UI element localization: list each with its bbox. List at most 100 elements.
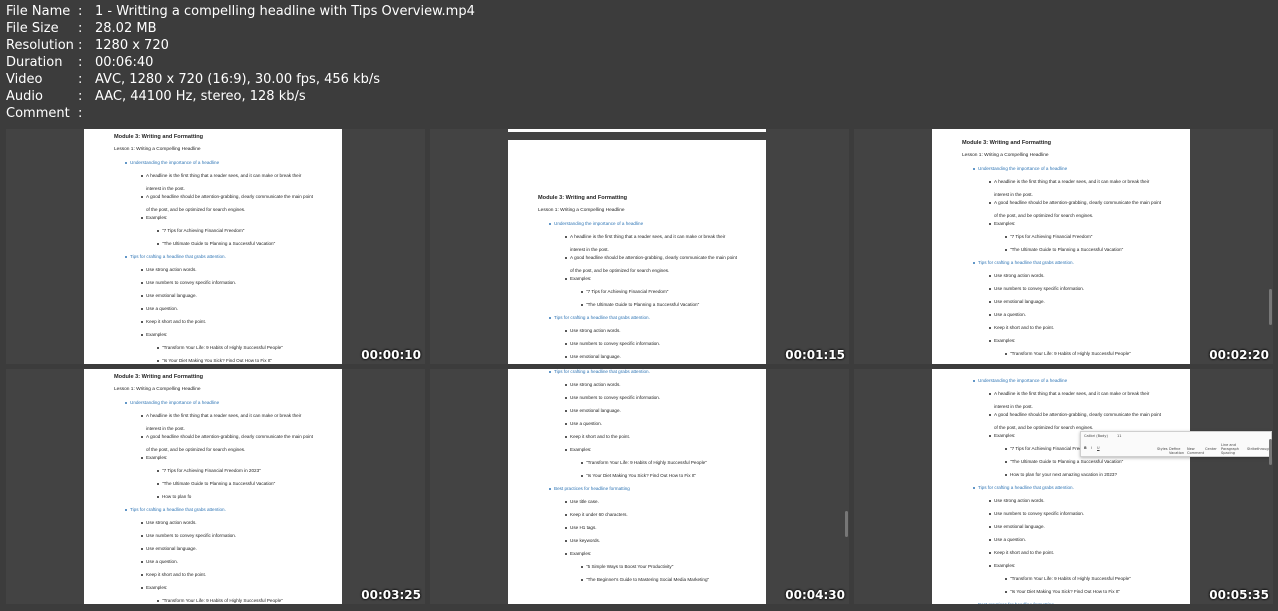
document-line: A good headline should be attention-grab… xyxy=(114,194,342,207)
document-line: Use emotional language. xyxy=(538,408,766,421)
document-content: Module 3: Writing and Formatting Lesson 1… xyxy=(114,134,342,364)
document-line: A headline is the first thing that a rea… xyxy=(114,173,342,186)
document-content: Understanding the importance of a headli… xyxy=(962,378,1190,604)
document-line: Tips for crafting a headline that grabs … xyxy=(114,254,342,267)
file-info-label: Audio xyxy=(6,89,43,104)
document-page: Understanding the importance of a headli… xyxy=(932,369,1190,604)
file-info-panel: File Name:1 - Writting a compelling head… xyxy=(6,3,475,122)
document-page: Module 3: Writing and Formatting Lesson 1… xyxy=(932,129,1190,364)
thumbnail-3[interactable]: Module 3: Writing and Formatting Lesson 1… xyxy=(854,129,1273,364)
floating-format-toolbar[interactable]: Calibri (Body) 11 B I U Styles Define Va… xyxy=(1080,431,1272,457)
line-spacing-button[interactable]: Line and Paragraph Spacing xyxy=(1221,443,1243,455)
font-size-select[interactable]: 11 xyxy=(1117,434,1121,438)
document-line: Keep it short and to the point. xyxy=(114,572,342,585)
document-line: A headline is the first thing that a rea… xyxy=(962,391,1190,404)
italic-button[interactable]: I xyxy=(1091,446,1092,450)
document-line: Keep it under 60 characters. xyxy=(538,512,766,525)
thumbnail-6[interactable]: Understanding the importance of a headli… xyxy=(854,369,1273,604)
document-line: "Is Your Diet Making You Sick? Find Out … xyxy=(538,473,766,486)
file-info-separator: : xyxy=(78,89,83,104)
document-line: Understanding the importance of a headli… xyxy=(538,221,766,234)
document-line: Examples: xyxy=(114,215,342,228)
document-line: Examples: xyxy=(114,585,342,598)
document-line: Tips for crafting a headline that grabs … xyxy=(962,485,1190,498)
document-line: Examples: xyxy=(538,276,766,289)
document-line: Use strong action words. xyxy=(962,273,1190,286)
document-page: Module 3: Writing and Formatting Lesson 1… xyxy=(84,369,342,604)
timestamp: 00:03:25 xyxy=(361,588,421,602)
document-line: of the post, and be optimized for search… xyxy=(146,207,246,212)
file-info-separator: : xyxy=(78,38,83,53)
new-comment-button[interactable]: New Comment xyxy=(1187,447,1204,455)
file-info-label: Video xyxy=(6,72,43,87)
document-line: Use strong action words. xyxy=(114,267,342,280)
document-line: "Transform Your Life: 9 Habits of Highly… xyxy=(962,576,1190,589)
document-line: Keep it short and to the point. xyxy=(962,550,1190,563)
file-info-label: Comment xyxy=(6,106,70,121)
document-line: A good headline should be attention-grab… xyxy=(114,434,342,447)
document-line: "Transform Your Life: 9 Habits of Highly… xyxy=(114,345,342,358)
bold-button[interactable]: B xyxy=(1084,446,1087,450)
document-line: A good headline should be attention-grab… xyxy=(962,200,1190,213)
document-line: Understanding the importance of a headli… xyxy=(962,378,1190,391)
underline-button[interactable]: U xyxy=(1097,446,1100,450)
document-line: "7 Tips for Achieving Financial Freedom" xyxy=(962,234,1190,247)
document-line: Use emotional language. xyxy=(114,546,342,559)
document-line: "The Ultimate Guide to Planning a Succes… xyxy=(962,247,1190,260)
document-line: Tips for crafting a headline that grabs … xyxy=(538,369,766,382)
document-line: Lesson 1: Writing a Compelling Headline xyxy=(114,387,201,392)
document-line: interest in the post. xyxy=(994,404,1033,409)
file-info-separator: : xyxy=(78,72,83,87)
file-info-row: Resolution:1280 x 720 xyxy=(6,37,475,54)
file-info-separator: : xyxy=(78,21,83,36)
document-line: of the post, and be optimized for search… xyxy=(146,447,246,452)
file-info-separator: : xyxy=(78,106,83,121)
font-family-select[interactable]: Calibri (Body) xyxy=(1084,434,1108,438)
document-line: Use strong action words. xyxy=(114,520,342,533)
document-line: "The Beginner's Guide to Mastering Socia… xyxy=(538,577,766,590)
document-line: Use emotional language. xyxy=(114,293,342,306)
define-button[interactable]: Define Vacation xyxy=(1169,447,1184,455)
document-line: Examples: xyxy=(114,332,342,345)
document-line: Examples: xyxy=(962,221,1190,234)
document-line: "Transform Your Life: 9 Habits of Highly… xyxy=(114,598,342,604)
strikethrough-button[interactable]: Strikethrough xyxy=(1247,447,1271,451)
scrollbar[interactable] xyxy=(845,511,848,537)
thumbnail-4[interactable]: Module 3: Writing and Formatting Lesson 1… xyxy=(6,369,425,604)
timestamp: 00:04:30 xyxy=(785,588,845,602)
document-line: Use emotional language. xyxy=(538,354,766,364)
document-line: Understanding the importance of a headli… xyxy=(962,166,1190,179)
document-line: Module 3: Writing and Formatting xyxy=(538,195,628,201)
styles-button[interactable]: Styles xyxy=(1157,447,1168,451)
scrollbar[interactable] xyxy=(1269,289,1272,325)
file-info-label: File Size xyxy=(6,21,59,36)
file-info-value: AAC, 44100 Hz, stereo, 128 kb/s xyxy=(95,89,306,104)
document-line: Keep it short and to the point. xyxy=(538,434,766,447)
document-line: Use H1 tags. xyxy=(538,525,766,538)
document-page: Tips for crafting a headline that grabs … xyxy=(508,369,766,604)
document-line: Use a question. xyxy=(114,306,342,319)
document-line: "5 Simple Ways to Boost Your Productivit… xyxy=(538,564,766,577)
document-line: Use strong action words. xyxy=(538,382,766,395)
document-line: interest in the post. xyxy=(146,186,185,191)
thumbnail-1[interactable]: Module 3: Writing and Formatting Lesson 1… xyxy=(6,129,425,364)
thumbnail-2[interactable]: Module 3: Writing and Formatting Lesson 1… xyxy=(430,129,849,364)
document-page: Module 3: Writing and Formatting Lesson 1… xyxy=(508,140,766,364)
document-line: Module 3: Writing and Formatting xyxy=(114,134,204,140)
document-line: "7 Tips for Achieving Financial Freedom … xyxy=(114,468,342,481)
document-line: A good headline should be attention-grab… xyxy=(962,412,1190,425)
scrollbar[interactable] xyxy=(1269,439,1272,465)
center-button[interactable]: Center xyxy=(1205,447,1217,451)
document-line: A headline is the first thing that a rea… xyxy=(962,179,1190,192)
document-line: interest in the post. xyxy=(570,247,609,252)
document-line: Lesson 1: Writing a Compelling Headline xyxy=(114,147,201,152)
thumbnail-5[interactable]: Tips for crafting a headline that grabs … xyxy=(430,369,849,604)
document-line: Tips for crafting a headline that grabs … xyxy=(114,507,342,520)
document-line: How to plan fo xyxy=(114,494,342,507)
document-content: Module 3: Writing and Formatting Lesson 1… xyxy=(962,140,1190,364)
file-info-value: 00:06:40 xyxy=(95,55,154,70)
document-line: Use emotional language. xyxy=(962,524,1190,537)
document-line: Use a question. xyxy=(962,312,1190,325)
file-info-value: 1280 x 720 xyxy=(95,38,169,53)
document-content: Tips for crafting a headline that grabs … xyxy=(538,369,766,590)
